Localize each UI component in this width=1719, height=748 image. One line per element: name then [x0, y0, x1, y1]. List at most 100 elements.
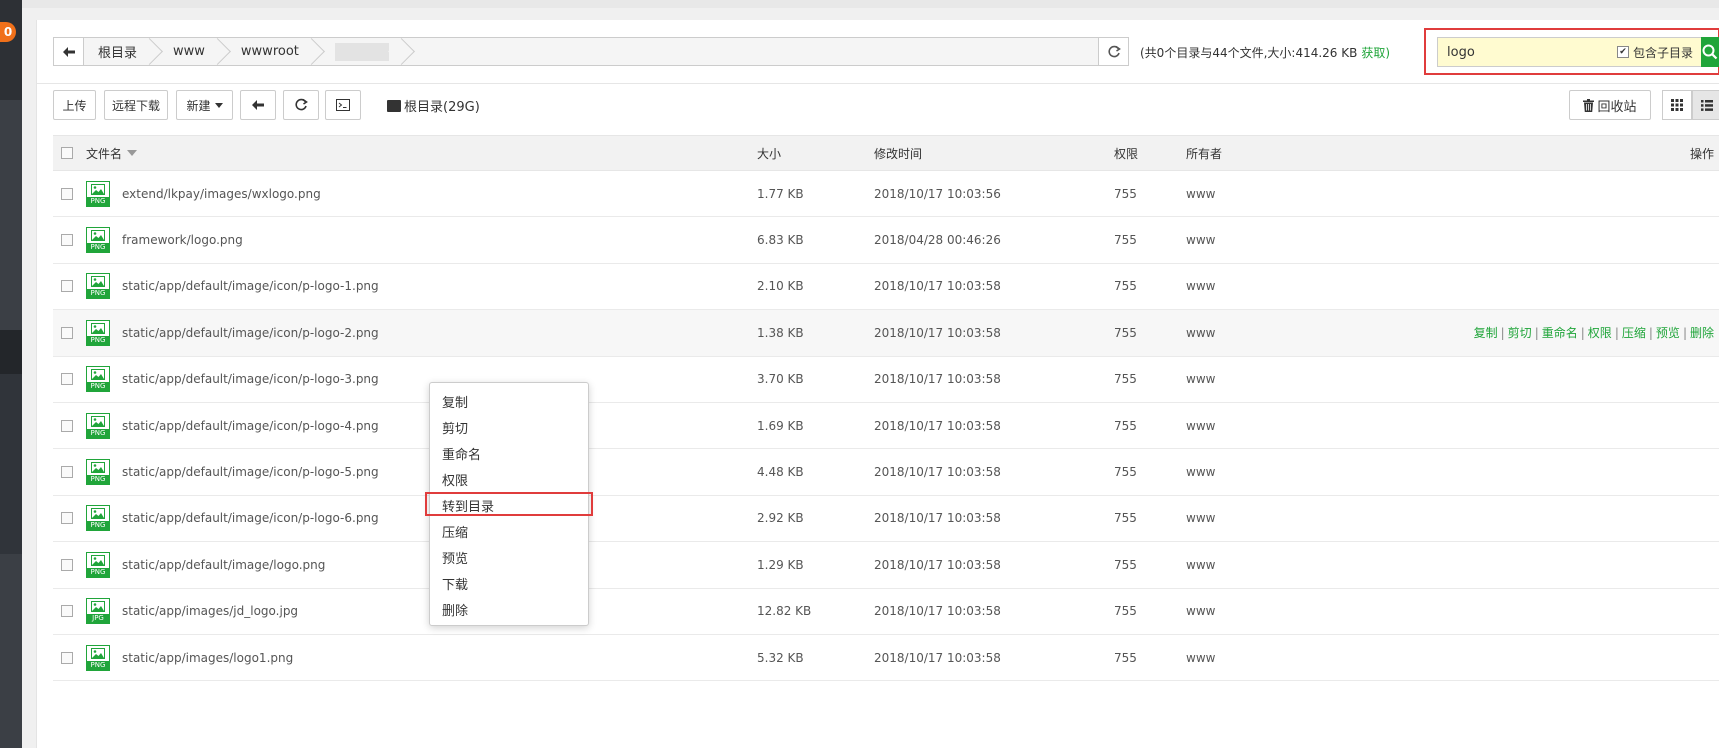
- search-button[interactable]: [1701, 37, 1719, 67]
- file-name[interactable]: static/app/images/logo1.png: [122, 651, 293, 665]
- row-checkbox[interactable]: [61, 605, 73, 618]
- ctx-cut[interactable]: 剪切: [430, 417, 588, 443]
- row-action-link[interactable]: 剪切: [1508, 324, 1532, 341]
- path-input-area[interactable]: [403, 38, 1098, 65]
- file-name[interactable]: static/app/default/image/icon/p-logo-1.p…: [122, 279, 379, 293]
- row-checkbox[interactable]: [61, 651, 73, 664]
- file-ext-label: PNG: [87, 567, 109, 577]
- table-row[interactable]: JPG static/app/images/jd_logo.jpg 12.82 KB…: [53, 589, 1719, 635]
- include-subdir-checkbox[interactable]: ✔: [1617, 46, 1629, 58]
- table-row[interactable]: PNG static/app/default/image/icon/p-logo-…: [53, 496, 1719, 543]
- disk-indicator[interactable]: 根目录(29G): [387, 96, 480, 115]
- table-row[interactable]: PNG static/app/default/image/icon/p-logo-…: [53, 310, 1719, 357]
- ctx-download[interactable]: 下载: [430, 573, 588, 599]
- file-name[interactable]: static/app/default/image/icon/p-logo-5.p…: [122, 465, 379, 479]
- table-row[interactable]: PNG framework/logo.png 6.83 KB 2018/04/28 0…: [53, 217, 1719, 264]
- row-action-link[interactable]: 压缩: [1622, 324, 1646, 341]
- ctx-permission[interactable]: 权限: [430, 469, 588, 495]
- row-checkbox[interactable]: [61, 280, 73, 293]
- image-file-icon: PNG: [86, 551, 110, 578]
- row-checkbox[interactable]: [61, 234, 73, 247]
- file-name-cell[interactable]: PNG extend/lkpay/images/wxlogo.png: [86, 171, 321, 216]
- table-row[interactable]: PNG extend/lkpay/images/wxlogo.png 1.77 KB…: [53, 171, 1719, 218]
- ctx-copy[interactable]: 复制: [430, 391, 588, 417]
- include-subdir-label: 包含子目录: [1633, 45, 1694, 60]
- file-name-cell[interactable]: PNG static/app/default/image/icon/p-logo-…: [86, 496, 379, 541]
- file-name[interactable]: static/app/default/image/logo.png: [122, 558, 325, 572]
- file-mtime: 2018/10/17 10:03:58: [874, 650, 1001, 665]
- include-subdir-toggle[interactable]: ✔ 包含子目录: [1617, 44, 1693, 61]
- breadcrumb-label: www: [173, 44, 205, 59]
- row-action-link[interactable]: 预览: [1656, 324, 1680, 341]
- file-name[interactable]: static/app/default/image/icon/p-logo-4.p…: [122, 419, 379, 433]
- file-name[interactable]: framework/logo.png: [122, 233, 243, 247]
- table-row[interactable]: PNG static/app/default/image/icon/p-logo-…: [53, 449, 1719, 496]
- new-button[interactable]: 新建: [176, 90, 233, 120]
- action-separator: |: [1580, 325, 1585, 340]
- summary-text: (共0个目录与44个文件,大小:414.26 KB: [1140, 46, 1358, 60]
- table-row[interactable]: PNG static/app/default/image/icon/p-logo-…: [53, 403, 1719, 450]
- row-action-link[interactable]: 重命名: [1542, 324, 1578, 341]
- grid-view-button[interactable]: [1662, 90, 1692, 120]
- row-checkbox[interactable]: [61, 326, 73, 339]
- row-checkbox[interactable]: [61, 512, 73, 525]
- row-checkbox[interactable]: [61, 187, 73, 200]
- breadcrumb-root[interactable]: 根目录: [84, 38, 151, 65]
- header-owner: 所有者: [1186, 146, 1223, 161]
- file-name-cell[interactable]: PNG static/app/default/image/icon/p-logo-…: [86, 357, 379, 402]
- header-size[interactable]: 大小: [757, 136, 781, 170]
- image-file-icon: PNG: [86, 459, 110, 486]
- table-row[interactable]: PNG static/app/default/image/icon/p-logo-…: [53, 264, 1719, 311]
- ctx-preview[interactable]: 预览: [430, 547, 588, 573]
- file-name-cell[interactable]: PNG static/app/default/image/icon/p-logo-…: [86, 264, 379, 309]
- file-name-cell[interactable]: PNG static/app/images/logo1.png: [86, 635, 293, 680]
- ctx-delete[interactable]: 删除: [430, 599, 588, 625]
- table-row[interactable]: PNG static/app/default/image/logo.png 1.29…: [53, 542, 1719, 589]
- row-checkbox[interactable]: [61, 419, 73, 432]
- back-button[interactable]: [240, 90, 276, 120]
- header-name[interactable]: 文件名: [86, 136, 138, 170]
- select-all-checkbox[interactable]: [61, 147, 73, 159]
- table-row[interactable]: PNG static/app/images/logo1.png 5.32 KB 201…: [53, 635, 1719, 682]
- path-back-button[interactable]: [54, 38, 84, 65]
- file-perm: 755: [1114, 325, 1137, 340]
- terminal-button[interactable]: [325, 90, 361, 120]
- file-name-cell[interactable]: PNG framework/logo.png: [86, 217, 243, 262]
- row-checkbox[interactable]: [61, 558, 73, 571]
- ctx-goto-directory[interactable]: 转到目录: [430, 495, 588, 521]
- file-name-cell[interactable]: PNG static/app/default/image/icon/p-logo-…: [86, 449, 379, 494]
- list-view-button[interactable]: [1692, 90, 1719, 120]
- fetch-size-link[interactable]: 获取): [1361, 46, 1390, 60]
- search-input[interactable]: [1438, 38, 1617, 66]
- file-name[interactable]: static/app/default/image/icon/p-logo-3.p…: [122, 372, 379, 386]
- file-name-cell[interactable]: PNG static/app/default/image/icon/p-logo-…: [86, 403, 379, 448]
- row-checkbox[interactable]: [61, 373, 73, 386]
- file-name[interactable]: static/app/default/image/icon/p-logo-6.p…: [122, 511, 379, 525]
- file-name-cell[interactable]: JPG static/app/images/jd_logo.jpg: [86, 589, 298, 634]
- file-name[interactable]: extend/lkpay/images/wxlogo.png: [122, 187, 321, 201]
- file-name-cell[interactable]: PNG static/app/default/image/icon/p-logo-…: [86, 310, 379, 355]
- remote-download-button[interactable]: 远程下载: [104, 90, 168, 120]
- row-select-cell: [61, 589, 73, 634]
- row-action-link[interactable]: 权限: [1588, 324, 1612, 341]
- upload-button[interactable]: 上传: [53, 90, 96, 120]
- breadcrumb-redacted[interactable]: [313, 38, 403, 65]
- file-name[interactable]: static/app/default/image/icon/p-logo-2.p…: [122, 326, 379, 340]
- header-mtime[interactable]: 修改时间: [874, 136, 922, 170]
- file-name[interactable]: static/app/images/jd_logo.jpg: [122, 604, 298, 618]
- sidebar-item-active[interactable]: [0, 330, 22, 374]
- breadcrumb-label: 根目录: [98, 46, 138, 61]
- row-action-link[interactable]: 复制: [1474, 324, 1498, 341]
- refresh-button[interactable]: [283, 90, 319, 120]
- file-manager-panel: 根目录 www wwwroot (共0个目录与44个文件,大小:414.26 K…: [36, 20, 1719, 748]
- table-row[interactable]: PNG static/app/default/image/icon/p-logo-…: [53, 357, 1719, 403]
- path-refresh-button[interactable]: [1098, 38, 1128, 65]
- ctx-compress[interactable]: 压缩: [430, 521, 588, 547]
- recycle-bin-button[interactable]: 回收站: [1569, 90, 1651, 120]
- row-checkbox[interactable]: [61, 466, 73, 479]
- picture-glyph: [87, 414, 109, 429]
- breadcrumb-wwwroot[interactable]: wwwroot: [219, 38, 313, 65]
- ctx-rename[interactable]: 重命名: [430, 443, 588, 469]
- file-name-cell[interactable]: PNG static/app/default/image/logo.png: [86, 542, 325, 587]
- row-action-link[interactable]: 删除: [1690, 324, 1714, 341]
